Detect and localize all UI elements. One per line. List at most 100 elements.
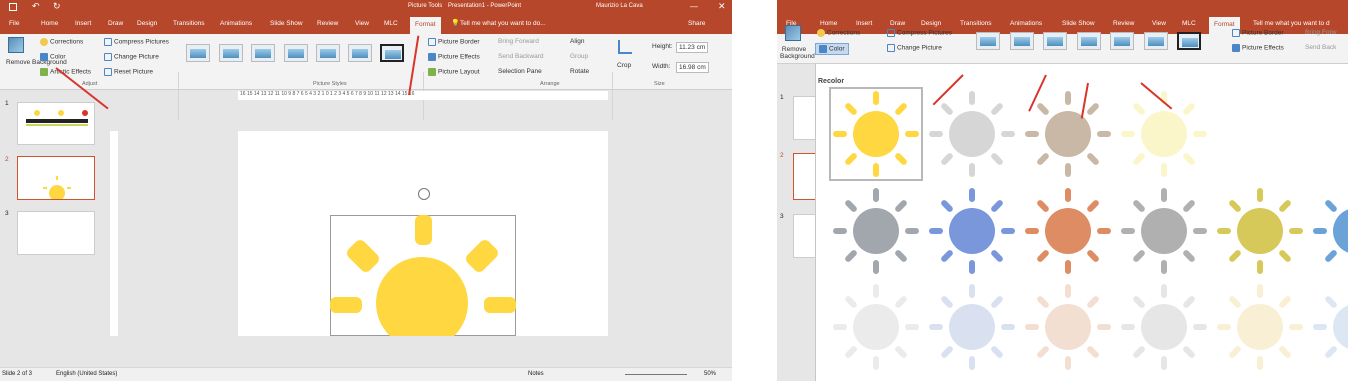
picture-border-button[interactable]: Picture Border xyxy=(428,38,480,46)
tab-home[interactable]: Home xyxy=(41,20,58,27)
corrections-button[interactable]: Corrections xyxy=(40,38,83,46)
zoom-slider[interactable] xyxy=(625,374,687,375)
slide-thumb-2[interactable] xyxy=(793,153,817,200)
change-picture-icon xyxy=(104,53,112,61)
tab-design[interactable]: Design xyxy=(921,20,941,27)
compress-pictures-button[interactable]: Compress Pictures xyxy=(104,38,169,46)
style-thumb[interactable] xyxy=(316,44,340,62)
style-thumb[interactable] xyxy=(1110,32,1134,50)
color-button[interactable]: Color xyxy=(40,53,66,61)
height-input[interactable]: 11.23 cm xyxy=(676,42,709,53)
share-button[interactable]: Share xyxy=(688,20,705,27)
recolor-grid xyxy=(816,64,1348,381)
send-backward-button[interactable]: Send Backward xyxy=(498,53,544,60)
tab-design[interactable]: Design xyxy=(137,20,157,27)
sun-ray xyxy=(1065,284,1071,298)
picture-styles-gallery[interactable] xyxy=(972,25,1212,55)
picture-styles-gallery[interactable] xyxy=(182,34,406,74)
picture-effects-button[interactable]: Picture Effects xyxy=(1232,44,1284,52)
style-thumb[interactable] xyxy=(1010,32,1034,50)
tab-format[interactable]: Format xyxy=(410,17,441,34)
style-thumb[interactable] xyxy=(1077,32,1101,50)
style-thumb[interactable] xyxy=(284,44,308,62)
tell-me-box[interactable]: Tell me what you want to do... xyxy=(460,20,546,27)
bring-forward-button[interactable]: Bring Forward xyxy=(498,38,539,45)
compress-icon xyxy=(887,29,895,37)
change-picture-button[interactable]: Change Picture xyxy=(104,53,159,61)
user-name: Maurizio La Cava xyxy=(596,3,643,9)
style-thumb[interactable] xyxy=(1177,32,1201,50)
style-thumb[interactable] xyxy=(1144,32,1168,50)
sun-ray xyxy=(1065,163,1071,177)
selection-pane-button[interactable]: Selection Pane xyxy=(498,68,542,75)
slide-canvas[interactable] xyxy=(238,131,608,336)
notes-button[interactable]: Notes xyxy=(528,371,544,377)
sun-ray xyxy=(833,228,847,234)
sun-ray xyxy=(833,324,847,330)
group-button[interactable]: Group xyxy=(570,53,588,60)
tab-mlc[interactable]: MLC xyxy=(384,20,398,27)
picture-effects-button[interactable]: Picture Effects xyxy=(428,53,480,61)
remove-background-icon[interactable] xyxy=(785,25,801,41)
tab-insert[interactable]: Insert xyxy=(75,20,91,27)
tab-slide-show[interactable]: Slide Show xyxy=(270,20,303,27)
sun-body xyxy=(949,304,995,350)
save-icon[interactable] xyxy=(9,3,17,11)
remove-background-button[interactable]: Remove Background xyxy=(6,59,67,66)
change-picture-button[interactable]: Change Picture xyxy=(887,44,942,52)
width-input[interactable]: 16.98 cm xyxy=(676,62,709,73)
tab-animations[interactable]: Animations xyxy=(220,20,252,27)
compress-pictures-button[interactable]: Compress Pictures xyxy=(887,29,952,37)
rotate-button[interactable]: Rotate xyxy=(570,68,589,75)
slide-thumb-3[interactable] xyxy=(793,214,817,258)
align-button[interactable]: Align xyxy=(570,38,584,45)
send-backward-button[interactable]: Send Back xyxy=(1305,44,1336,51)
tab-draw[interactable]: Draw xyxy=(890,20,905,27)
crop-icon[interactable] xyxy=(618,40,632,54)
style-thumb[interactable] xyxy=(219,44,243,62)
tab-file[interactable]: File xyxy=(9,20,19,27)
sun-ray xyxy=(1065,260,1071,274)
color-button[interactable]: Color xyxy=(815,43,849,55)
close-icon[interactable]: ✕ xyxy=(718,1,726,12)
style-thumb[interactable] xyxy=(251,44,275,62)
tell-me-box[interactable]: Tell me what you want to d xyxy=(1253,20,1330,27)
slide-thumb-1[interactable] xyxy=(17,102,95,145)
undo-icon[interactable]: ↶ xyxy=(32,1,40,12)
remove-background-icon[interactable] xyxy=(8,37,24,53)
sun-body xyxy=(853,111,899,157)
bring-forward-button[interactable]: Bring Forw xyxy=(1305,29,1336,36)
style-thumb[interactable] xyxy=(1043,32,1067,50)
tab-review[interactable]: Review xyxy=(317,20,338,27)
slide-thumb-2[interactable] xyxy=(17,156,95,200)
slide-thumb-3[interactable] xyxy=(17,211,95,255)
tab-home[interactable]: Home xyxy=(820,20,837,27)
sun-ray xyxy=(969,188,975,202)
tab-insert[interactable]: Insert xyxy=(856,20,872,27)
style-thumb[interactable] xyxy=(380,44,404,62)
zoom-level[interactable]: 50% xyxy=(704,371,716,377)
tab-draw[interactable]: Draw xyxy=(108,20,123,27)
corrections-button[interactable]: Corrections xyxy=(817,29,860,37)
redo-icon[interactable]: ↻ xyxy=(53,1,61,12)
style-thumb[interactable] xyxy=(348,44,372,62)
slide-thumb-1[interactable] xyxy=(793,96,817,140)
layout-icon xyxy=(428,68,436,76)
sun-ray xyxy=(1097,324,1111,330)
picture-border-button[interactable]: Picture Border xyxy=(1232,29,1284,37)
style-thumb[interactable] xyxy=(976,32,1000,50)
reset-picture-button[interactable]: Reset Picture xyxy=(104,68,153,76)
remove-background-button[interactable]: Remove Background xyxy=(780,46,815,60)
rotate-handle-icon[interactable] xyxy=(418,188,430,200)
picture-layout-button[interactable]: Picture Layout xyxy=(428,68,480,76)
sun-ray xyxy=(1065,356,1071,370)
border-icon xyxy=(1232,29,1240,37)
sun-body xyxy=(949,208,995,254)
slide-thumbnails-pane: 1 2 3 xyxy=(777,64,817,381)
tab-transitions[interactable]: Transitions xyxy=(173,20,205,27)
change-label: Change Picture xyxy=(897,44,942,52)
minimize-icon[interactable]: — xyxy=(690,2,698,11)
crop-button[interactable]: Crop xyxy=(617,62,631,69)
tab-view[interactable]: View xyxy=(355,20,369,27)
style-thumb[interactable] xyxy=(186,44,210,62)
